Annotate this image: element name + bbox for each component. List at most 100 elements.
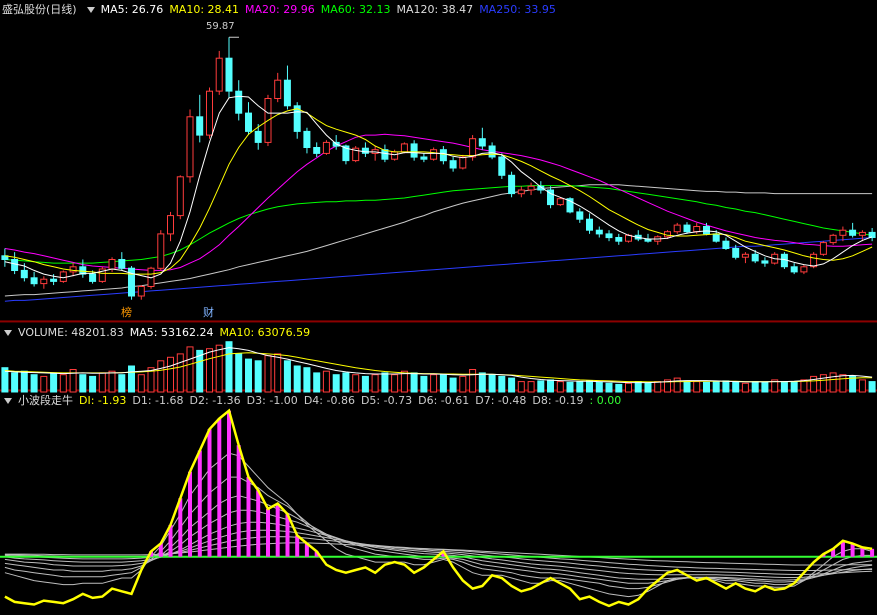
volume-bar: [264, 355, 272, 393]
volume-bar: [420, 375, 428, 393]
volume-bar: [508, 377, 516, 393]
di-line: [4, 408, 873, 608]
candle-down: [235, 90, 243, 114]
di-positive-bar: [850, 543, 855, 557]
bang-marker[interactable]: 榜: [121, 306, 132, 319]
candle-down: [361, 147, 369, 154]
candle-down: [605, 233, 613, 239]
volume-bar: [498, 375, 506, 393]
di-positive-bar: [178, 498, 183, 557]
volume-bar: [79, 374, 87, 393]
di-positive-bar: [217, 418, 222, 557]
di-positive-bar: [188, 471, 192, 557]
candle-down: [683, 224, 691, 233]
volume-bar: [741, 382, 749, 393]
volume-bar: [381, 372, 389, 393]
volume-bar: [361, 375, 369, 393]
candle-up: [206, 90, 213, 136]
candle-up: [858, 231, 866, 236]
candle-up: [215, 57, 223, 92]
ma120-label: MA120: 38.47: [396, 3, 474, 16]
candle-down: [254, 130, 262, 143]
candle-up: [322, 141, 330, 154]
volume-bar: [751, 381, 759, 393]
volume-bar: [858, 379, 866, 393]
volume-bar: [225, 341, 233, 393]
ma20-line: [4, 133, 873, 271]
cai-marker[interactable]: 财: [203, 306, 214, 319]
volume-bar: [712, 381, 720, 393]
volume-bar: [137, 374, 145, 393]
volume-bar: [547, 379, 554, 393]
candle-down: [488, 145, 496, 158]
volume-bar: [108, 370, 116, 393]
volume-bar: [274, 353, 282, 393]
candle-up: [819, 242, 827, 255]
d3-label: D3: -1.00: [246, 394, 298, 407]
volume-dropdown-icon[interactable]: [4, 329, 12, 336]
indicator-dropdown-icon[interactable]: [4, 397, 12, 404]
candle-down: [225, 57, 233, 92]
candle-up: [274, 79, 282, 99]
candle-up: [430, 149, 438, 160]
candle-down: [508, 174, 516, 195]
volume-bar: [615, 383, 623, 393]
stock-name: 盛弘股份(日线): [2, 3, 77, 16]
d1-label: D1: -1.68: [132, 394, 184, 407]
candle-down: [439, 149, 447, 162]
volume-bar: [167, 356, 174, 393]
d7-label: D7: -0.48: [475, 394, 527, 407]
di-positive-bar: [285, 514, 290, 557]
candle-up: [391, 151, 399, 160]
d2-label: D2: -1.36: [189, 394, 241, 407]
di-positive-bar: [256, 490, 261, 557]
candle-up: [800, 266, 808, 273]
di-positive-bar: [197, 450, 202, 557]
d6-label: D6: -0.61: [418, 394, 470, 407]
candle-down: [449, 160, 457, 169]
candle-down: [868, 231, 876, 238]
volume-bar: [595, 381, 603, 393]
zero-label: : 0.00: [589, 394, 622, 407]
volume-bar: [59, 374, 67, 393]
d5-label: D5: -0.73: [360, 394, 413, 407]
candle-up: [741, 253, 749, 258]
volume-bar: [459, 375, 467, 393]
di-positive-bar: [266, 508, 270, 557]
candle-up: [59, 271, 67, 282]
candle-down: [118, 259, 126, 269]
volume-bar: [303, 367, 311, 393]
candle-down: [30, 277, 38, 285]
candle-up: [400, 143, 408, 153]
volume-bar: [313, 372, 321, 393]
volume-bar: [410, 372, 418, 393]
candle-down: [245, 112, 252, 132]
candle-down: [410, 143, 418, 158]
volume-bar: [586, 380, 593, 393]
indicator-name: 小波段走牛: [18, 394, 73, 407]
volume-bar: [89, 375, 97, 393]
candle-down: [478, 138, 486, 147]
ma10-label: MA10: 28.41: [169, 3, 240, 16]
candle-down: [790, 266, 798, 273]
candle-down: [196, 116, 204, 136]
candle-up: [176, 176, 184, 217]
volume-bar: [673, 377, 681, 393]
ma10-line: [4, 108, 873, 275]
volume-bar: [517, 381, 525, 393]
candle-down: [498, 156, 506, 176]
volume-bar: [576, 381, 584, 393]
volume-bar: [488, 374, 496, 393]
dropdown-icon[interactable]: [86, 6, 95, 13]
di-positive-bar: [295, 535, 300, 557]
volume-bar: [566, 381, 574, 393]
volume-bar: [839, 374, 847, 393]
candle-up: [527, 185, 535, 191]
peak-price-label: 59.87: [206, 21, 235, 32]
ma250-label: MA250: 33.95: [479, 3, 556, 16]
candle-up: [167, 215, 174, 235]
candle-down: [313, 147, 321, 154]
ma5-line: [4, 95, 873, 279]
volume-bar: [605, 382, 613, 393]
volume-bar: [293, 365, 301, 393]
